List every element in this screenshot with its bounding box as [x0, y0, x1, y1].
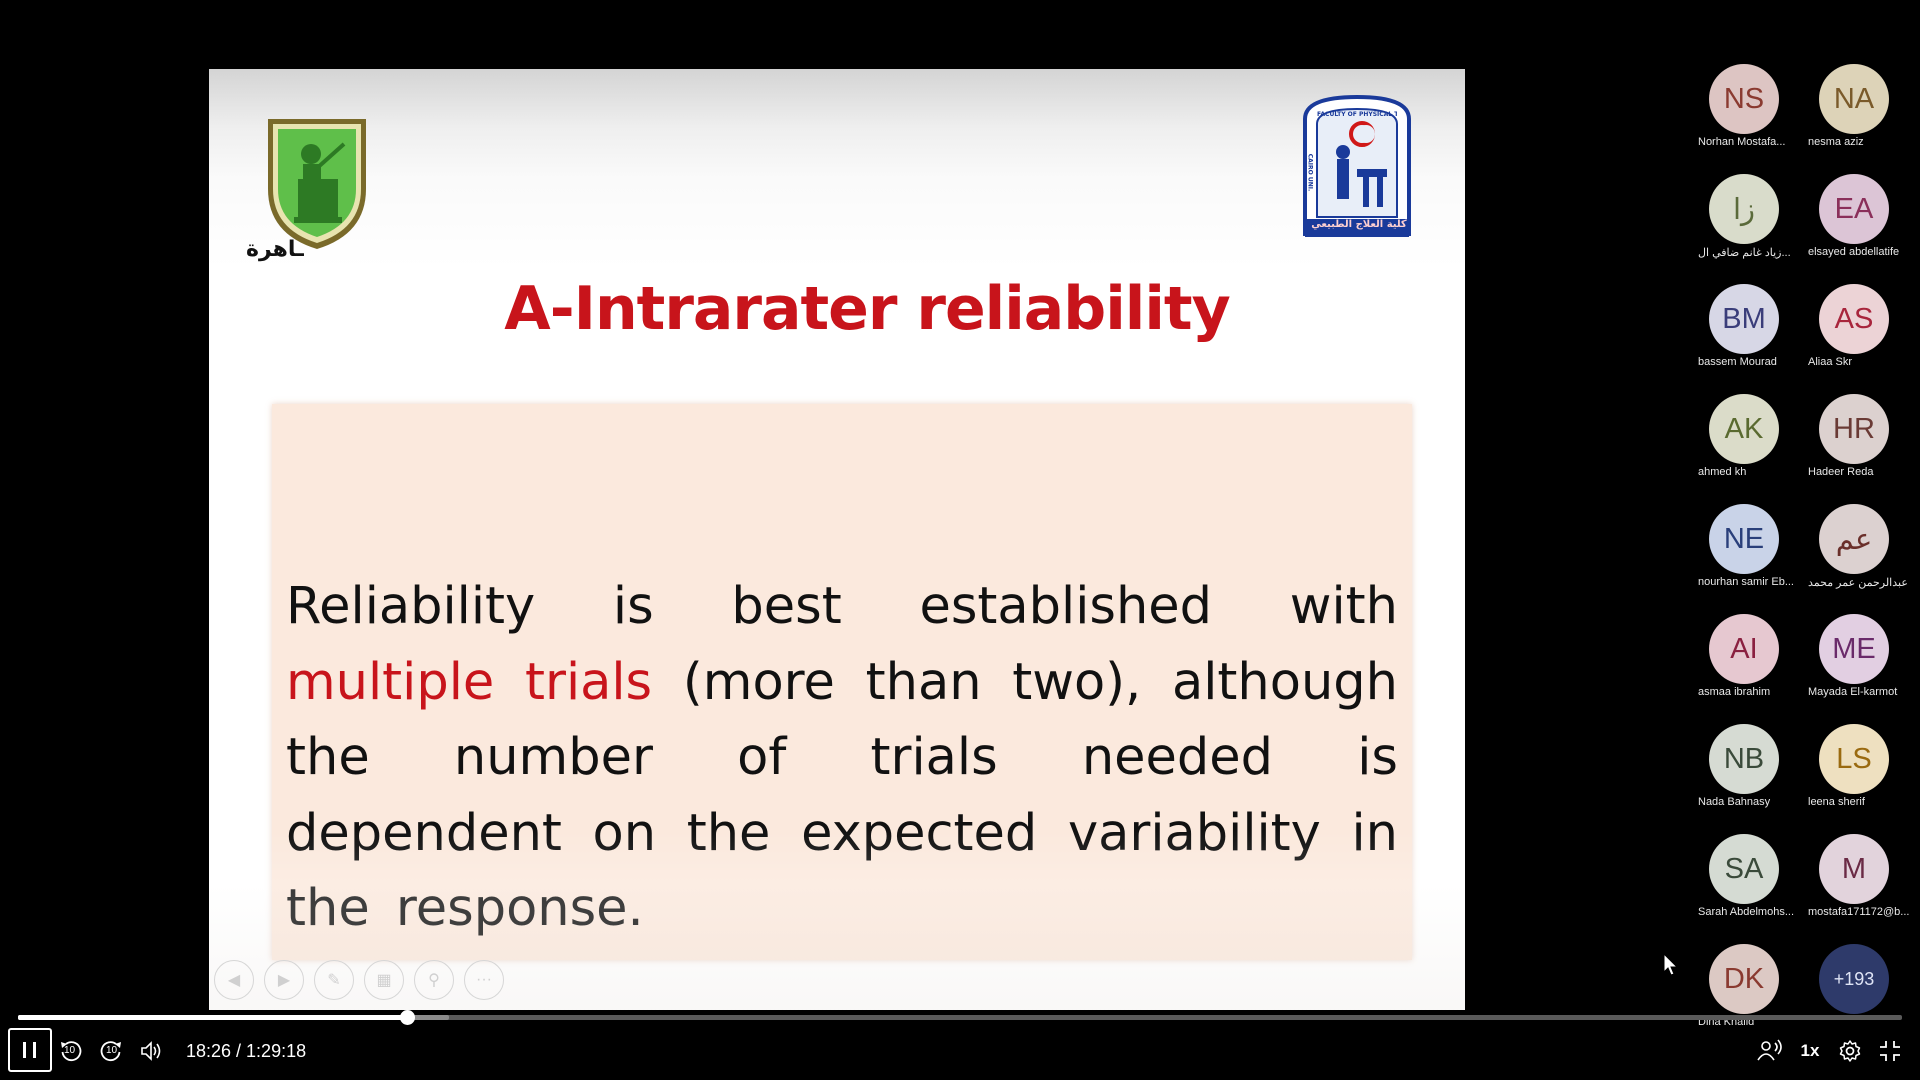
avatar: M — [1819, 834, 1889, 904]
participant-tile[interactable]: SA Sarah Abdelmohs... — [1690, 834, 1800, 934]
avatar: NA — [1819, 64, 1889, 134]
participant-name: زياد غانم ضافي ال... — [1698, 247, 1791, 259]
faculty-logo-ring-text: FACULTY OF PHYSICAL THERAPY — [1317, 111, 1397, 118]
progress-handle[interactable] — [399, 1010, 415, 1025]
avatar: NB — [1709, 724, 1779, 794]
pause-button[interactable] — [8, 1028, 52, 1072]
progress-bar[interactable] — [18, 1010, 1902, 1025]
participant-tile[interactable]: AI asmaa ibrahim — [1690, 614, 1800, 714]
participant-tile[interactable]: زا زياد غانم ضافي ال... — [1690, 174, 1800, 274]
avatar: AK — [1709, 394, 1779, 464]
participant-name: Aliaa Skr — [1808, 356, 1853, 368]
participant-tile[interactable]: EA elsayed abdellatife — [1800, 174, 1910, 274]
participant-name: bassem Mourad — [1698, 356, 1777, 368]
progress-played — [18, 1015, 407, 1020]
zoom-icon[interactable]: ⚲ — [414, 960, 454, 1000]
participant-name: Nada Bahnasy — [1698, 796, 1771, 808]
avatar: AS — [1819, 284, 1889, 354]
playback-speed-button[interactable]: 1x — [1795, 1028, 1825, 1074]
participant-tile[interactable]: ME Mayada El-karmot — [1800, 614, 1910, 714]
avatar: BM — [1709, 284, 1779, 354]
participant-name: elsayed abdellatife — [1808, 246, 1900, 258]
participants-panel: NS Norhan Mostafa... NA nesma aziz زا زياد غا… — [1690, 64, 1920, 1028]
slide-toolbar: ◀ ▶ ✎ ▦ ⚲ ··· — [214, 960, 504, 1000]
participant-name: nourhan samir Eb... — [1698, 576, 1794, 588]
faculty-logo-side-text: CAIRO UNI. — [1306, 153, 1314, 192]
participant-name: عبدالرحمن عمر محمد — [1808, 577, 1908, 589]
participant-tile[interactable]: NE nourhan samir Eb... — [1690, 504, 1800, 604]
more-options-icon[interactable]: ··· — [464, 960, 504, 1000]
pen-icon[interactable]: ✎ — [314, 960, 354, 1000]
settings-button[interactable] — [1834, 1028, 1866, 1074]
participant-tile[interactable]: AK ahmed kh — [1690, 394, 1800, 494]
participant-tile[interactable]: NS Norhan Mostafa... — [1690, 64, 1800, 164]
participant-tile[interactable]: NB Nada Bahnasy — [1690, 724, 1800, 824]
volume-icon — [141, 1041, 161, 1061]
presentation-slide: ـاهرة كلية العلاج الطبيعي FACULTY OF PHY… — [209, 69, 1465, 1010]
exit-fullscreen-button[interactable] — [1874, 1028, 1906, 1074]
participant-name: Hadeer Reda — [1808, 466, 1874, 478]
rewind-seconds: 10 — [64, 1045, 76, 1056]
player-controls: 10 10 18:26 / 1:29:18 1x — [0, 1028, 1920, 1074]
participant-name: Sarah Abdelmohs... — [1698, 906, 1795, 918]
participant-tile[interactable]: AS Aliaa Skr — [1800, 284, 1910, 384]
university-logo-text: ـاهرة — [246, 237, 304, 262]
avatar: ME — [1819, 614, 1889, 684]
avatar: LS — [1819, 724, 1889, 794]
avatar: +193 — [1819, 944, 1889, 1014]
faculty-logo-text: كلية العلاج الطبيعي — [1311, 219, 1407, 230]
avatar: AI — [1709, 614, 1779, 684]
participant-tile[interactable]: HR Hadeer Reda — [1800, 394, 1910, 494]
participant-name: ahmed kh — [1698, 466, 1747, 478]
body-text-highlight: multiple trials — [286, 652, 653, 712]
body-text-start: Reliability is best established with — [286, 577, 1398, 636]
avatar: HR — [1819, 394, 1889, 464]
participant-name: mostafa171172@b... — [1808, 906, 1910, 918]
captions-button[interactable] — [1752, 1028, 1786, 1074]
gear-icon — [1839, 1040, 1861, 1062]
participant-tile[interactable]: عم عبدالرحمن عمر محمد — [1800, 504, 1910, 604]
next-slide-icon[interactable]: ▶ — [264, 960, 304, 1000]
forward-seconds: 10 — [106, 1045, 118, 1056]
pause-icon — [23, 1042, 36, 1058]
slides-grid-icon[interactable]: ▦ — [364, 960, 404, 1000]
participant-name: nesma aziz — [1808, 136, 1864, 148]
participant-name: Norhan Mostafa... — [1698, 136, 1786, 148]
avatar: NS — [1709, 64, 1779, 134]
avatar: NE — [1709, 504, 1779, 574]
exit-fullscreen-icon — [1880, 1041, 1900, 1061]
avatar: EA — [1819, 174, 1889, 244]
mouse-cursor-icon — [1663, 953, 1679, 976]
participant-tile[interactable]: BM bassem Mourad — [1690, 284, 1800, 384]
avatar: عم — [1819, 504, 1889, 574]
avatar: DK — [1709, 944, 1779, 1014]
participant-name: leena sherif — [1808, 796, 1865, 808]
faculty-logo: كلية العلاج الطبيعي FACULTY OF PHYSICAL … — [1297, 89, 1422, 249]
captions-icon — [1757, 1039, 1782, 1061]
volume-button[interactable] — [135, 1028, 167, 1074]
participant-name: Mayada El-karmot — [1808, 686, 1898, 698]
participant-tile[interactable]: NA nesma aziz — [1800, 64, 1910, 164]
participant-tile[interactable]: LS leena sherif — [1800, 724, 1910, 824]
university-logo: ـاهرة — [246, 109, 391, 262]
time-display: 18:26 / 1:29:18 — [186, 1040, 307, 1061]
forward-10-button[interactable]: 10 — [95, 1028, 127, 1074]
slide-title: A-Intrarater reliability — [504, 274, 1230, 344]
avatar: SA — [1709, 834, 1779, 904]
rewind-10-button[interactable]: 10 — [55, 1028, 87, 1074]
participant-tile[interactable]: Mmostafa171172@b... — [1800, 834, 1910, 934]
previous-slide-icon[interactable]: ◀ — [214, 960, 254, 1000]
participant-name: asmaa ibrahim — [1698, 686, 1771, 698]
avatar: زا — [1709, 174, 1779, 244]
